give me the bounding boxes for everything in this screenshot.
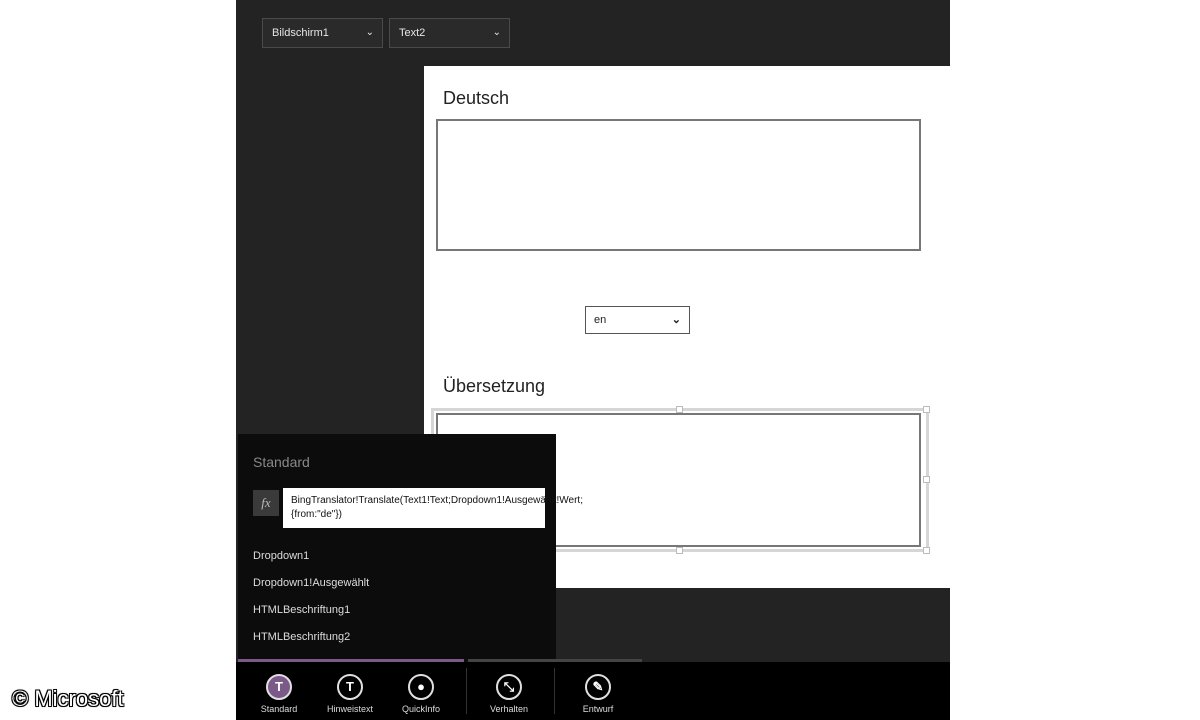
tool-quickinfo[interactable]: ● QuickInfo xyxy=(386,674,456,714)
control-dropdown[interactable]: Text2 ⌄ xyxy=(389,18,510,48)
divider xyxy=(466,668,467,714)
label-translation[interactable]: Übersetzung xyxy=(443,376,545,397)
panel-title: Standard xyxy=(253,454,310,470)
label-german[interactable]: Deutsch xyxy=(443,88,509,109)
property-panel: Standard fx BingTranslator!Translate(Tex… xyxy=(238,434,583,662)
tool-label: Standard xyxy=(260,704,298,714)
screen-dropdown-value: Bildschirm1 xyxy=(272,27,329,39)
tool-hinweistext[interactable]: T Hinweistext xyxy=(315,674,385,714)
screen-dropdown[interactable]: Bildschirm1 ⌄ xyxy=(262,18,383,48)
language-dropdown-value: en xyxy=(594,314,607,326)
chevron-down-icon: ⌄ xyxy=(365,27,374,38)
suggestion-item[interactable]: HTMLBeschriftung2 xyxy=(253,631,350,643)
copyright-notice: © Microsoft xyxy=(12,686,124,711)
behavior-icon: ⤡ xyxy=(496,674,522,700)
suggestion-item[interactable]: Dropdown1!Ausgewählt xyxy=(253,577,369,589)
text-icon: T xyxy=(337,674,363,700)
text-icon: T xyxy=(266,674,292,700)
resize-handle[interactable] xyxy=(923,476,930,483)
tool-label: Verhalten xyxy=(489,704,529,714)
dot-icon: ● xyxy=(408,674,434,700)
tool-label: Entwurf xyxy=(582,704,614,714)
chevron-down-icon: ⌄ xyxy=(671,314,681,326)
resize-handle[interactable] xyxy=(923,406,930,413)
control-dropdown-value: Text2 xyxy=(399,27,426,39)
tool-label: QuickInfo xyxy=(401,704,441,714)
tool-label: Hinweistext xyxy=(326,704,373,714)
tool-verhalten[interactable]: ⤡ Verhalten xyxy=(474,674,544,714)
tool-entwurf[interactable]: ✎ Entwurf xyxy=(563,674,633,714)
suggestion-item[interactable]: HTMLBeschriftung1 xyxy=(253,604,350,616)
language-dropdown[interactable]: en ⌄ xyxy=(585,306,690,334)
resize-handle[interactable] xyxy=(676,547,683,554)
formula-input[interactable]: BingTranslator!Translate(Text1!Text;Drop… xyxy=(283,488,583,528)
resize-handle[interactable] xyxy=(923,547,930,554)
input-text1[interactable] xyxy=(436,119,921,251)
fx-icon[interactable]: fx xyxy=(253,490,279,516)
chevron-down-icon: ⌄ xyxy=(492,27,501,38)
pencil-icon: ✎ xyxy=(585,674,611,700)
resize-handle[interactable] xyxy=(676,406,683,413)
divider xyxy=(554,668,555,714)
tool-standard[interactable]: T Standard xyxy=(244,674,314,714)
suggestion-item[interactable]: Dropdown1 xyxy=(253,550,309,562)
